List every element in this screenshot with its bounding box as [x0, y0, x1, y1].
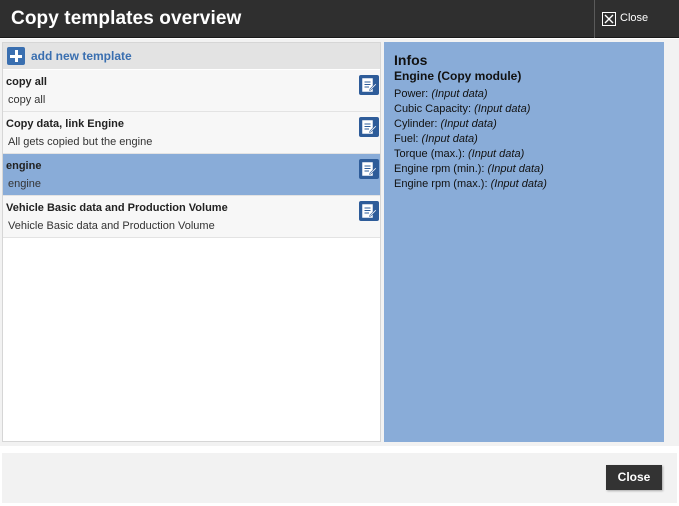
info-label: Engine rpm (min.): [394, 163, 485, 175]
add-new-template-label: add new template [31, 49, 132, 63]
info-label: Torque (max.): [394, 148, 465, 160]
edit-template-icon[interactable] [359, 201, 379, 221]
dialog-footer: Close [0, 446, 679, 506]
edit-template-icon[interactable] [359, 159, 379, 179]
template-description: Vehicle Basic data and Production Volume [8, 220, 215, 232]
plus-icon [7, 47, 25, 65]
dialog-titlebar: Copy templates overview Close [0, 0, 679, 38]
infos-subheading: Engine (Copy module) [394, 69, 522, 83]
template-name: Copy data, link Engine [6, 118, 124, 130]
info-label: Cubic Capacity: [394, 103, 472, 115]
info-value: (Input data) [440, 118, 497, 130]
template-name: copy all [6, 76, 47, 88]
template-description: engine [8, 178, 42, 190]
info-label: Cylinder: [394, 118, 438, 130]
info-line-cylinder: Cylinder: (Input data) [394, 118, 497, 130]
info-value: (Input data) [490, 178, 547, 190]
footer-close-button[interactable]: Close [606, 465, 662, 490]
info-value: (Input data) [474, 103, 531, 115]
info-label: Power: [394, 88, 429, 100]
footer-band [2, 453, 677, 503]
info-line-cubic-capacity: Cubic Capacity: (Input data) [394, 103, 530, 115]
info-value: (Input data) [421, 133, 478, 145]
info-line-torque-max: Torque (max.): (Input data) [394, 148, 524, 160]
template-item-copy-all[interactable]: copy all copy all [3, 70, 380, 112]
info-line-engine-rpm-max: Engine rpm (max.): (Input data) [394, 178, 547, 190]
template-description: All gets copied but the engine [8, 136, 153, 148]
info-value: (Input data) [487, 163, 544, 175]
dialog-content: add new template copy all copy all Copy … [0, 39, 679, 446]
template-item-copy-data-link-engine[interactable]: Copy data, link Engine All gets copied b… [3, 112, 380, 154]
titlebar-close-label: Close [620, 12, 649, 24]
template-name: engine [6, 160, 42, 172]
dialog-title: Copy templates overview [11, 8, 242, 29]
info-value: (Input data) [431, 88, 488, 100]
info-label: Fuel: [394, 133, 419, 145]
infos-panel: Infos Engine (Copy module) Power: (Input… [384, 42, 664, 442]
infos-heading: Infos [394, 52, 428, 68]
edit-template-icon[interactable] [359, 75, 379, 95]
close-x-icon [602, 12, 616, 26]
info-line-power: Power: (Input data) [394, 88, 488, 100]
template-item-engine[interactable]: engine engine [3, 154, 380, 196]
info-line-fuel: Fuel: (Input data) [394, 133, 478, 145]
template-item-vehicle-basic-data[interactable]: Vehicle Basic data and Production Volume… [3, 196, 380, 238]
add-new-template-button[interactable]: add new template [3, 43, 380, 69]
template-name: Vehicle Basic data and Production Volume [6, 202, 228, 214]
info-label: Engine rpm (max.): [394, 178, 488, 190]
template-list-panel: add new template copy all copy all Copy … [2, 42, 381, 442]
template-description: copy all [8, 94, 46, 106]
edit-template-icon[interactable] [359, 117, 379, 137]
info-line-engine-rpm-min: Engine rpm (min.): (Input data) [394, 163, 544, 175]
titlebar-close-button[interactable]: Close [594, 0, 679, 38]
info-value: (Input data) [467, 148, 525, 160]
